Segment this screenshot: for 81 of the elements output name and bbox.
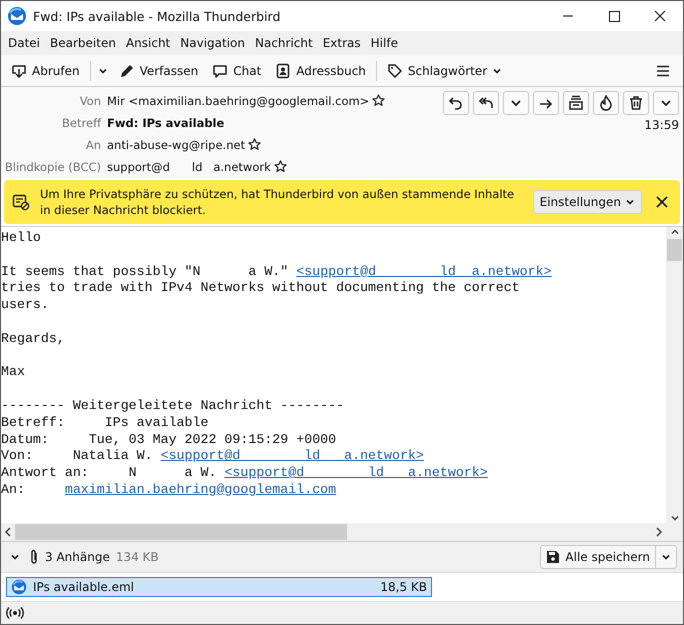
- field-label: An: [84, 138, 101, 152]
- caret-icon: [10, 552, 20, 562]
- download-tray-icon: [11, 62, 27, 78]
- field-label: Blindkopie (BCC): [4, 160, 101, 174]
- scroll-thumb[interactable]: [15, 524, 347, 540]
- dropdown-button[interactable]: [503, 91, 529, 115]
- archive-button[interactable]: [563, 91, 589, 115]
- blocked-content-icon: [12, 193, 30, 211]
- paperclip-icon: [29, 549, 39, 565]
- field-label: Betreff: [61, 116, 101, 130]
- attachment-size: 134 KB: [116, 550, 159, 564]
- horizontal-scrollbar[interactable]: [1, 523, 683, 542]
- star-icon[interactable]: [274, 160, 287, 173]
- menu-item[interactable]: Navigation: [175, 36, 250, 50]
- body-text: An:: [1, 482, 26, 497]
- menu-item[interactable]: Ansicht: [120, 36, 176, 50]
- field-value: anti-abuse-wg@ripe.net: [107, 138, 246, 152]
- email-link[interactable]: maximilian.baehring@googlemail.com: [64, 482, 336, 497]
- dropdown-button[interactable]: [653, 91, 679, 115]
- toolbar-button[interactable]: Schlagwörter: [380, 60, 508, 82]
- reply-button[interactable]: [443, 91, 469, 115]
- star-icon[interactable]: [248, 138, 262, 151]
- menu-item[interactable]: Nachricht: [250, 36, 318, 50]
- toolbar-button[interactable]: Chat: [206, 60, 268, 82]
- email-link[interactable]: <support@d ld a.network>: [224, 465, 488, 480]
- message-time: 13:59: [644, 118, 679, 132]
- menu-item[interactable]: Datei: [3, 36, 46, 50]
- vertical-scrollbar[interactable]: [666, 227, 683, 523]
- reply-all-icon: [478, 95, 494, 111]
- notification-text: Um Ihre Privatsphäre zu schützen, hat Thunderbird von außen stammende Inhalte in dieser Nachricht blockiert.: [40, 186, 516, 218]
- trash-icon: [628, 95, 644, 111]
- caret-icon: [661, 552, 671, 562]
- body-text: users.: [1, 297, 49, 312]
- body-text: Betreff: IPs available: [1, 414, 208, 430]
- field-value: Mir <maximilian.baehring@googlemail.com>: [107, 94, 370, 108]
- email-link[interactable]: <support@d ld a.network>: [160, 448, 424, 464]
- broadcast-icon: [6, 607, 24, 619]
- tag-icon: [386, 62, 403, 78]
- toolbar-button[interactable]: Abrufen: [5, 60, 86, 82]
- toolbar-button[interactable]: Verfassen: [112, 60, 204, 82]
- toolbar-button[interactable]: Adressbuch: [269, 60, 372, 82]
- menu-item[interactable]: Extras: [318, 36, 366, 50]
- body-text: Datum: Tue, 03 May 2022 09:15:29 +0000: [1, 432, 336, 447]
- body-text: Regards,: [1, 330, 65, 346]
- settings-button[interactable]: Einstellungen: [532, 190, 642, 214]
- body-text: Hello: [1, 230, 41, 245]
- window-title: Fwd: IPs available - Mozilla Thunderbird: [33, 8, 282, 24]
- caret-icon: [625, 197, 635, 207]
- email-link[interactable]: <support@d ld a.network>: [296, 264, 552, 279]
- attachment-count: 3 Anhänge: [45, 550, 110, 564]
- scroll-right-icon[interactable]: [655, 527, 663, 537]
- pencil-icon: [118, 62, 135, 78]
- body-text: It seems that possibly "N a W.": [1, 264, 290, 279]
- scroll-down-icon[interactable]: [670, 513, 680, 523]
- junk-button[interactable]: [593, 91, 619, 115]
- body-text: Max: [1, 364, 25, 380]
- field-label: Von: [78, 94, 101, 108]
- scroll-up-icon[interactable]: [670, 227, 680, 237]
- address-book-icon: [275, 62, 292, 78]
- scroll-thumb[interactable]: [667, 239, 682, 261]
- body-text: -------- Weitergeleitete Nachricht --------: [1, 398, 344, 413]
- field-value: Fwd: IPs available: [107, 116, 224, 130]
- forward-button[interactable]: [533, 91, 559, 115]
- field-value: support@d ld a.network: [107, 160, 271, 174]
- body-text: Antwort an: N a W.: [1, 465, 218, 480]
- email-file-icon: [11, 579, 27, 595]
- menu-item[interactable]: Bearbeiten: [45, 36, 121, 50]
- scroll-left-icon[interactable]: [4, 527, 12, 537]
- menu-item[interactable]: Hilfe: [366, 36, 403, 50]
- attachment-item[interactable]: IPs available.eml 18,5 KB: [6, 577, 432, 597]
- body-text: tries to trade with IPv4 Networks without documenting the correct: [1, 280, 520, 296]
- body-text: Von: Natalia W.: [1, 448, 154, 464]
- archive-box-icon: [568, 95, 584, 111]
- menu-icon[interactable]: [655, 62, 671, 78]
- star-icon[interactable]: [372, 94, 386, 107]
- delete-button[interactable]: [623, 91, 649, 115]
- reply-all-button[interactable]: [473, 91, 499, 115]
- speech-bubble-icon: [212, 62, 228, 78]
- reply-icon: [448, 95, 464, 111]
- app-logo-icon: [7, 6, 27, 26]
- flame-icon: [598, 95, 614, 111]
